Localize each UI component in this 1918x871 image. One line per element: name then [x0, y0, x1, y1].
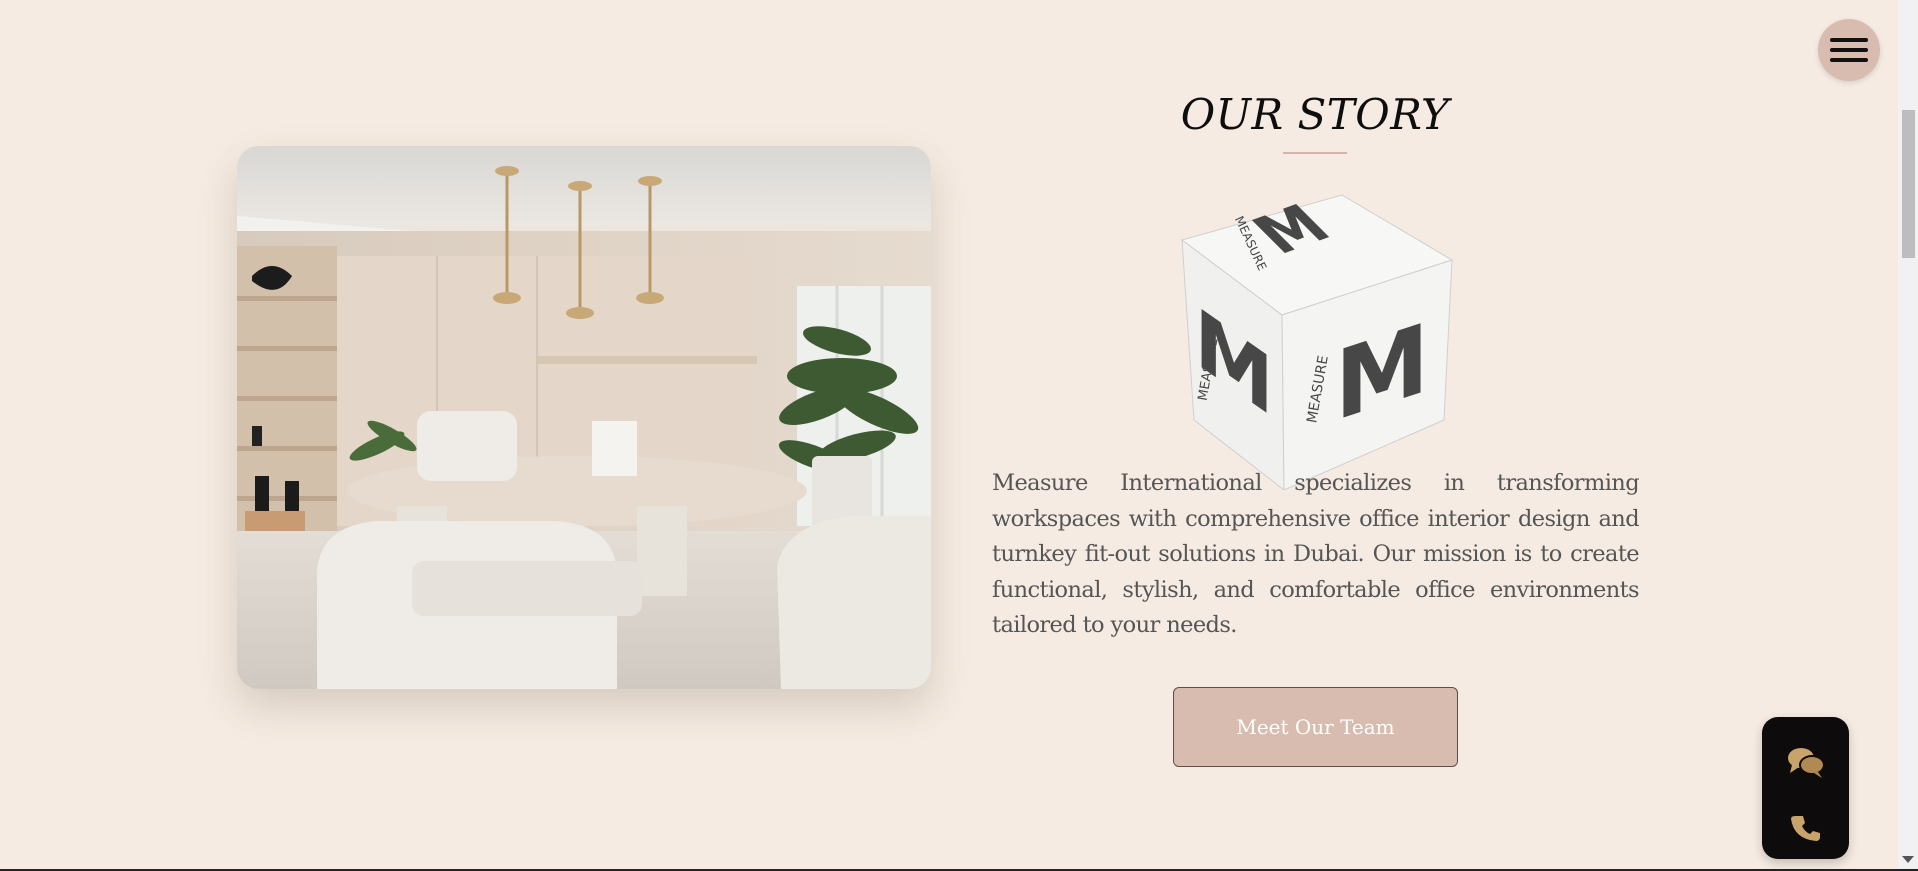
office-interior-image [237, 146, 931, 689]
measure-cube-logo: M MEASURE M MEASURE M MEASURE [1172, 190, 1462, 492]
scrollbar-thumb[interactable] [1902, 110, 1915, 258]
page: OUR STORY M MEASURE M MEASURE M MEASURE … [0, 0, 1898, 869]
chat-button[interactable] [1762, 745, 1849, 779]
phone-button[interactable] [1762, 813, 1849, 843]
meet-our-team-button[interactable]: Meet Our Team [1173, 687, 1458, 767]
page-scrollbar[interactable] [1898, 0, 1918, 869]
title-divider [1283, 152, 1347, 154]
section-title: OUR STORY [1180, 90, 1450, 139]
phone-icon [1790, 816, 1820, 841]
chat-bubbles-icon [1787, 748, 1825, 778]
menu-button[interactable] [1818, 19, 1880, 81]
hamburger-menu-icon [1830, 38, 1868, 62]
contact-widget [1762, 717, 1849, 859]
story-paragraph: Measure International specializes in tra… [992, 470, 1640, 638]
scroll-down-arrow-icon[interactable] [1902, 856, 1914, 863]
